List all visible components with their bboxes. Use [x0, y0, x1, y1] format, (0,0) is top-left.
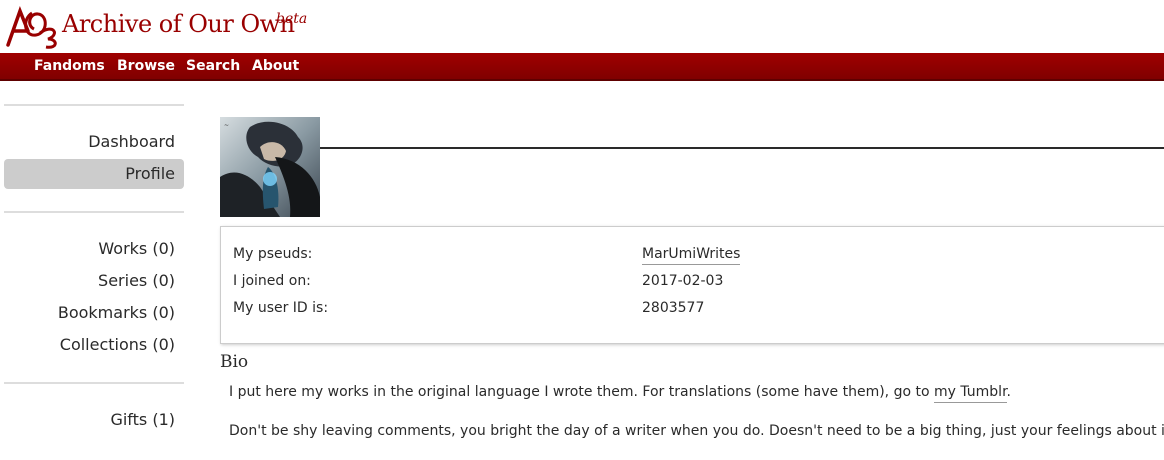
pseud-link[interactable]: MarUmiWrites [642, 246, 741, 265]
meta-label-joined: I joined on: [233, 273, 311, 289]
user-avatar-image[interactable]: ~ [220, 117, 320, 217]
primary-navigation: Fandoms Browse Search About [0, 53, 1164, 81]
user-id-value: 2803577 [642, 300, 705, 316]
meta-label-pseuds: My pseuds: [233, 246, 313, 262]
bio-paragraph: I put here my works in the original lang… [229, 384, 1011, 403]
svg-text:~: ~ [224, 122, 229, 129]
site-header: Archive of Our Own beta [0, 0, 1164, 53]
nav-browse[interactable]: Browse [117, 58, 175, 74]
ao3-logo-icon[interactable] [4, 5, 62, 49]
meta-label-user-id: My user ID is: [233, 300, 329, 316]
sidebar-item-series[interactable]: Series (0) [4, 266, 184, 296]
bio-text: I put here my works in the original lang… [229, 384, 934, 400]
sidebar-item-gifts[interactable]: Gifts (1) [4, 405, 184, 435]
bio-text-end: . [1006, 384, 1011, 400]
sidebar-item-dashboard[interactable]: Dashboard [4, 127, 184, 157]
sidebar-divider [4, 104, 184, 106]
tumblr-link[interactable]: my Tumblr [933, 384, 1007, 403]
nav-about[interactable]: About [252, 58, 299, 74]
profile-meta-box: My pseuds: MarUmiWrites I joined on: 201… [220, 226, 1164, 344]
site-title[interactable]: Archive of Our Own [62, 10, 295, 38]
sidebar-divider [4, 382, 184, 384]
nav-search[interactable]: Search [186, 58, 240, 74]
sidebar-divider [4, 211, 184, 213]
beta-label: beta [276, 11, 308, 27]
bio-paragraph: Don't be shy leaving comments, you brigh… [229, 423, 1164, 439]
profile-heading-rule [320, 147, 1164, 149]
join-date: 2017-02-03 [642, 273, 724, 289]
sidebar-item-works[interactable]: Works (0) [4, 234, 184, 264]
sidebar-item-profile[interactable]: Profile [4, 159, 184, 189]
nav-fandoms[interactable]: Fandoms [34, 58, 105, 74]
sidebar-item-bookmarks[interactable]: Bookmarks (0) [4, 298, 184, 328]
sidebar-item-collections[interactable]: Collections (0) [4, 330, 184, 360]
bio-heading: Bio [220, 352, 249, 372]
